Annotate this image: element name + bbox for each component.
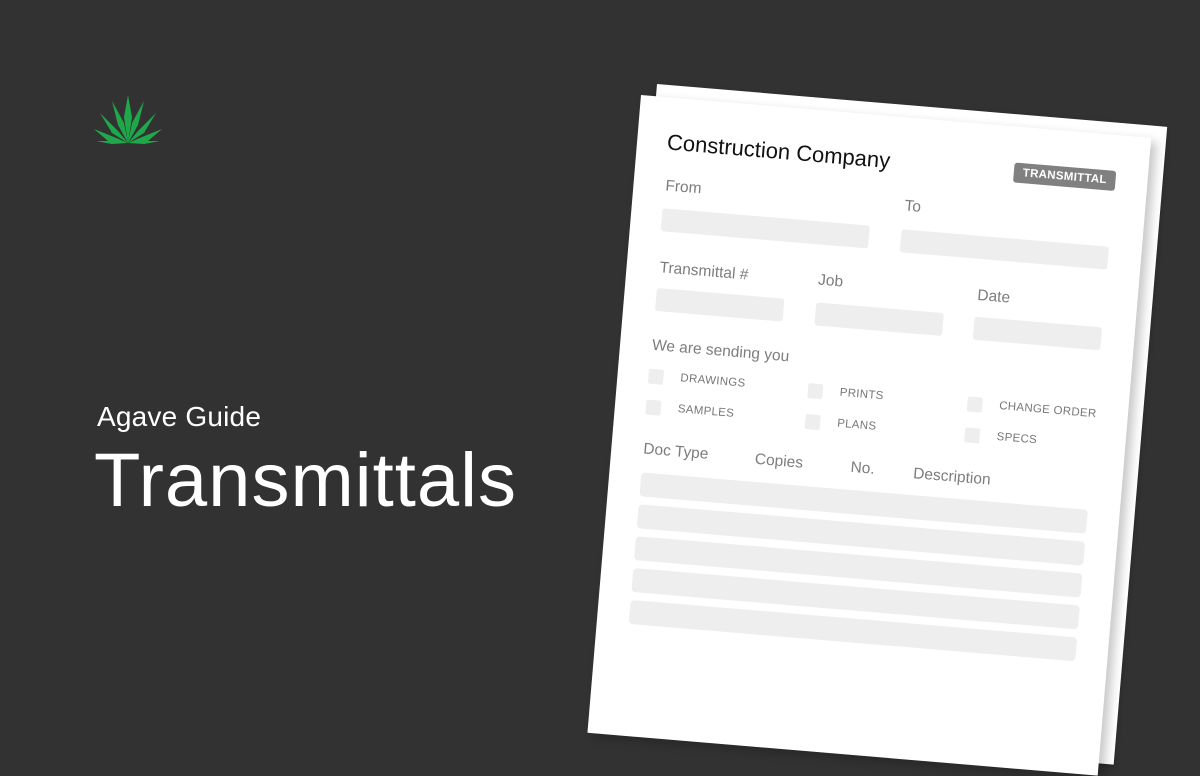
from-field[interactable] (660, 208, 870, 249)
column-header-description: Description (912, 465, 992, 489)
to-field[interactable] (899, 229, 1109, 270)
company-name: Construction Company (666, 129, 892, 174)
checkbox-label: SPECS (996, 430, 1038, 447)
checkbox-label: PRINTS (839, 386, 885, 403)
to-label: To (903, 197, 922, 216)
checkbox-samples[interactable] (645, 399, 662, 416)
agave-logo (94, 95, 162, 145)
transmittal-number-label: Transmittal # (658, 259, 750, 284)
date-label: Date (976, 286, 1011, 307)
agave-plant-icon (94, 95, 162, 144)
column-header-no: No. (849, 458, 876, 478)
job-label: Job (817, 271, 844, 291)
checkbox-drawings[interactable] (647, 368, 665, 385)
from-label: From (664, 177, 703, 198)
checkbox-label: DRAWINGS (679, 372, 746, 390)
transmittal-badge: TRANSMITTAL (1012, 162, 1117, 191)
date-field[interactable] (972, 316, 1103, 351)
page-title: Transmittals (94, 438, 518, 523)
column-header-copies: Copies (754, 450, 804, 472)
sending-label: We are sending you (651, 336, 790, 366)
transmittal-number-field[interactable] (654, 288, 785, 322)
checkbox-plans[interactable] (804, 413, 821, 431)
checkbox-label: PLANS (836, 417, 877, 433)
checkbox-prints[interactable] (807, 383, 824, 400)
job-field[interactable] (814, 302, 944, 337)
checkbox-label: CHANGE ORDER (998, 400, 1097, 421)
column-header-doc-type: Doc Type (642, 440, 710, 463)
checkbox-label: SAMPLES (677, 403, 735, 420)
checkbox-specs[interactable] (964, 427, 981, 444)
transmittal-document: Construction Company TRANSMITTAL From To… (587, 95, 1152, 776)
checkbox-change-order[interactable] (966, 396, 983, 413)
guide-eyebrow: Agave Guide (97, 401, 262, 432)
